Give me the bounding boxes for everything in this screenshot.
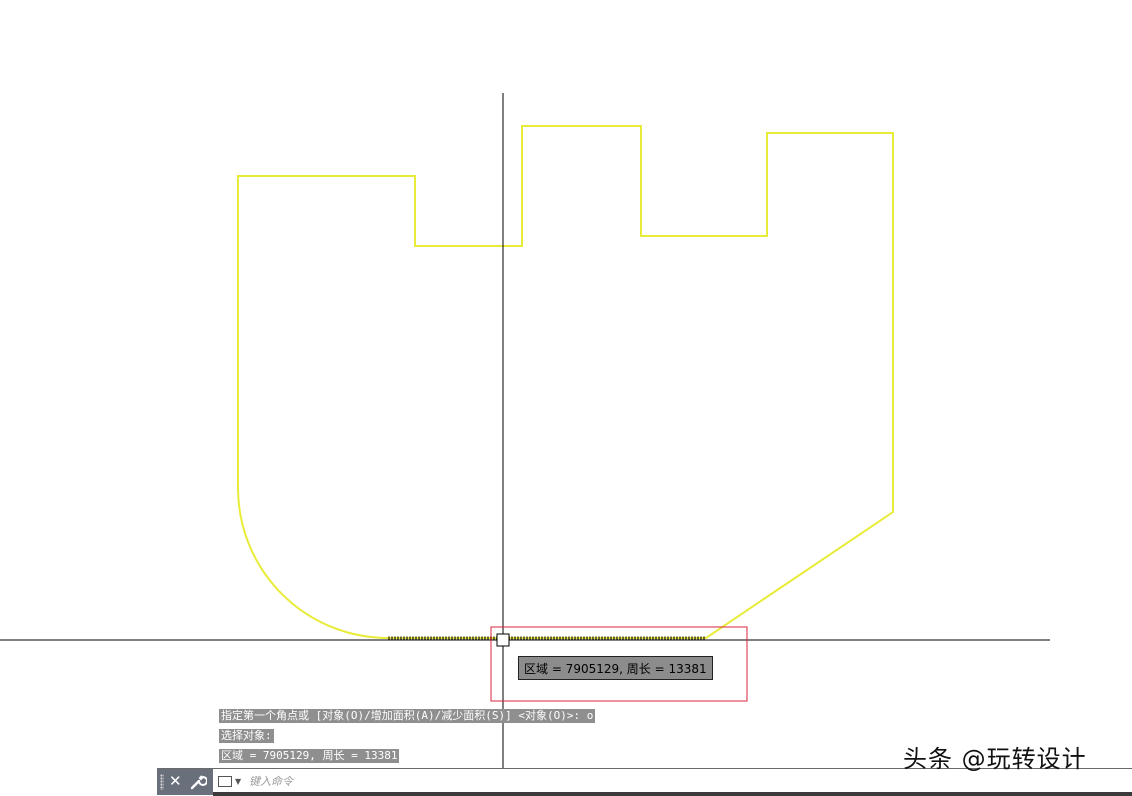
drag-handle-icon[interactable]: [160, 774, 164, 790]
area-result-tooltip: 区域 = 7905129, 周长 = 13381: [518, 656, 713, 680]
close-icon[interactable]: ✕: [169, 771, 182, 791]
command-history-line-3: 区域 = 7905129, 周长 = 13381: [219, 749, 400, 763]
chevron-down-icon[interactable]: ▼: [235, 776, 241, 788]
watermark-text: 头条 @玩转设计: [903, 745, 1087, 773]
outline-shape[interactable]: [237, 125, 894, 639]
command-prompt-icon[interactable]: [218, 776, 232, 787]
bottom-border: [213, 792, 1132, 796]
pickbox: [496, 633, 510, 647]
command-history-line-1: 指定第一个角点或 [对象(O)/增加面积(A)/减少面积(S)] <对象(O)>…: [219, 709, 596, 723]
wrench-icon[interactable]: [189, 773, 207, 791]
command-history-line-2: 选择对象:: [219, 729, 274, 743]
command-input[interactable]: [249, 772, 849, 790]
command-line-grip[interactable]: ✕: [157, 769, 213, 795]
